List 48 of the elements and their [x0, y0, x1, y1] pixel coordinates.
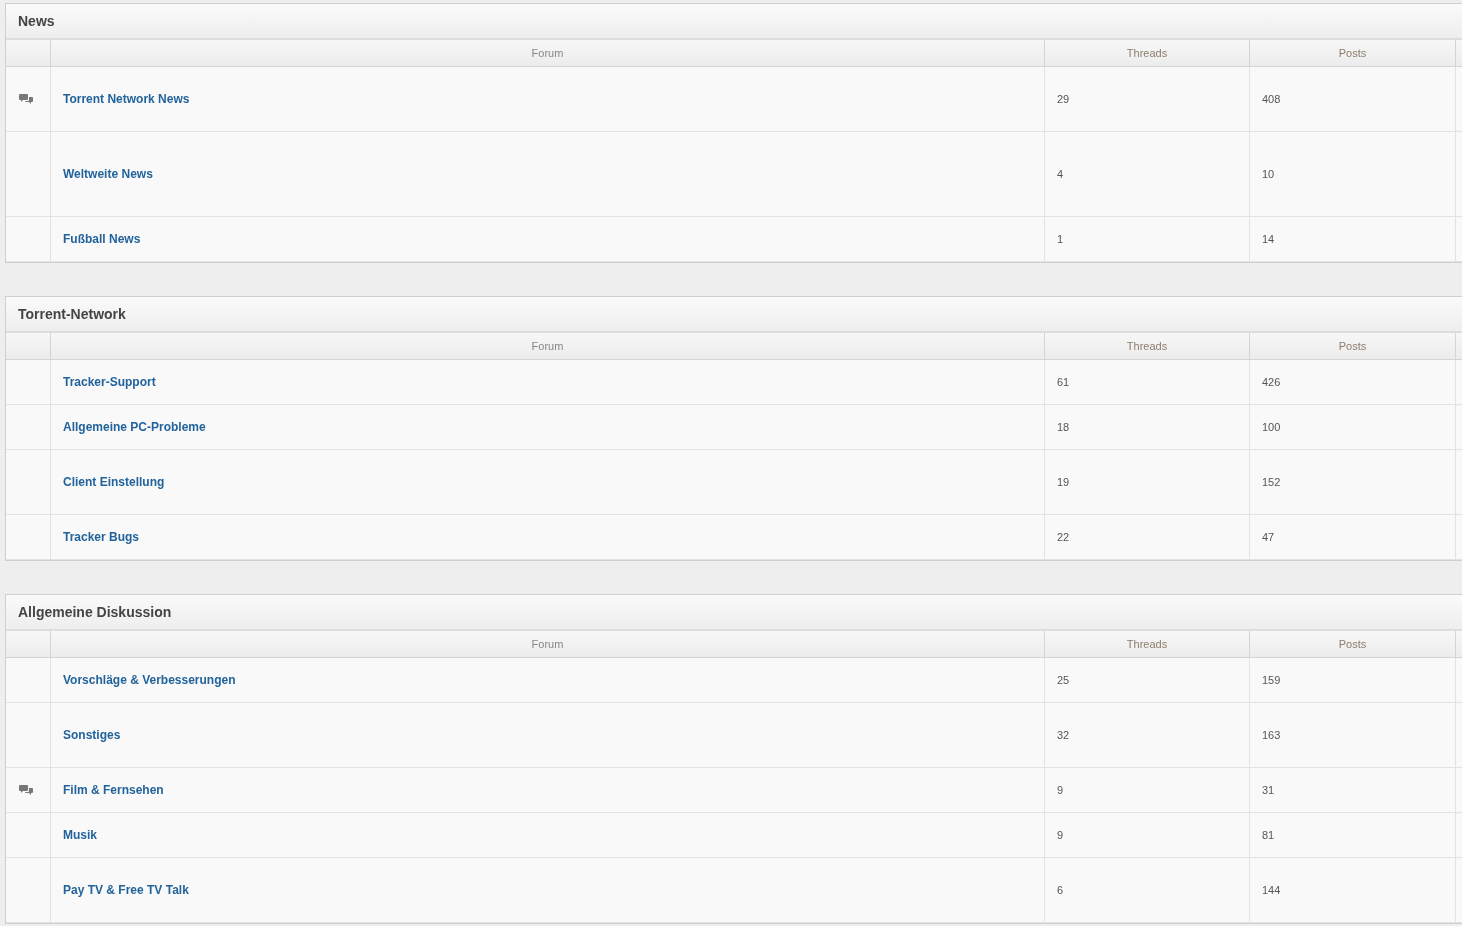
forum-link[interactable]: Tracker Bugs	[63, 528, 140, 546]
threads-count: 29	[1057, 91, 1070, 107]
posts-count: 14	[1262, 231, 1275, 247]
threads-count: 22	[1057, 529, 1070, 545]
forum-link[interactable]: Client Einstellung	[63, 473, 165, 491]
threads-count: 6	[1057, 882, 1064, 898]
posts-count: 31	[1262, 782, 1275, 798]
section-title: Torrent-Network	[18, 304, 126, 324]
threads-count: 1	[1057, 231, 1064, 247]
threads-count: 25	[1057, 672, 1070, 688]
posts-count: 152	[1262, 474, 1281, 490]
column-header: Forum	[531, 45, 564, 61]
column-header: Posts	[1338, 636, 1367, 652]
column-header: Forum	[531, 338, 564, 354]
column-header: Threads	[1126, 636, 1168, 652]
threads-count: 61	[1057, 374, 1070, 390]
posts-count: 426	[1262, 374, 1281, 390]
posts-count: 81	[1262, 827, 1275, 843]
forum-link[interactable]: Torrent Network News	[63, 90, 190, 108]
column-header: Threads	[1126, 338, 1168, 354]
threads-count: 19	[1057, 474, 1070, 490]
forum-link[interactable]: Vorschläge & Verbesserungen	[63, 671, 236, 689]
threads-count: 4	[1057, 166, 1064, 182]
column-header: Posts	[1338, 338, 1367, 354]
column-header: Threads	[1126, 45, 1168, 61]
forum-link[interactable]: Fußball News	[63, 230, 141, 248]
posts-count: 10	[1262, 166, 1275, 182]
column-header: Posts	[1338, 45, 1367, 61]
forum-link[interactable]: Tracker-Support	[63, 373, 156, 391]
forum-link[interactable]: Musik	[63, 826, 97, 844]
posts-count: 163	[1262, 727, 1281, 743]
threads-count: 9	[1057, 782, 1064, 798]
forum-link[interactable]: Pay TV & Free TV Talk	[63, 881, 189, 899]
forum-link[interactable]: Weltweite News	[63, 165, 153, 183]
posts-count: 408	[1262, 91, 1281, 107]
section-title: Allgemeine Diskussion	[18, 602, 172, 622]
column-header: Forum	[531, 636, 564, 652]
forum-link[interactable]: Allgemeine PC-Probleme	[63, 418, 206, 436]
posts-count: 47	[1262, 529, 1275, 545]
posts-count: 159	[1262, 672, 1281, 688]
posts-count: 144	[1262, 882, 1281, 898]
threads-count: 32	[1057, 727, 1070, 743]
threads-count: 9	[1057, 827, 1064, 843]
forum-link[interactable]: Film & Fernsehen	[63, 781, 164, 799]
posts-count: 100	[1262, 419, 1281, 435]
section-title: News	[18, 11, 55, 31]
forum-link[interactable]: Sonstiges	[63, 726, 121, 744]
threads-count: 18	[1057, 419, 1070, 435]
